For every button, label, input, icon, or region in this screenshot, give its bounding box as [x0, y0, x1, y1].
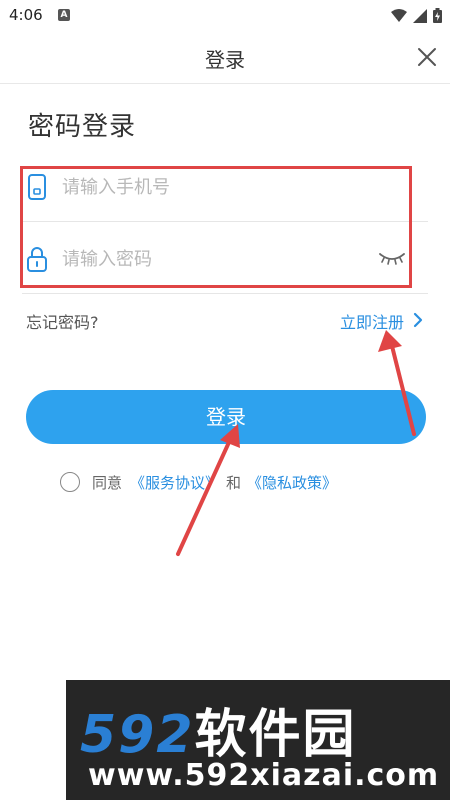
phone-icon — [28, 174, 46, 200]
watermark: 592软件园 www.592xiazai.com — [66, 680, 450, 800]
password-input[interactable] — [62, 242, 372, 276]
close-icon[interactable] — [414, 44, 440, 70]
eye-closed-icon[interactable] — [378, 250, 406, 266]
form-heading: 密码登录 — [28, 112, 137, 142]
wifi-icon — [391, 8, 407, 22]
agreement-row: 同意 《服务协议》 和 《隐私政策》 — [60, 470, 337, 494]
nav-bar: 登录 — [0, 32, 450, 84]
lock-icon — [27, 247, 47, 272]
phone-input[interactable] — [62, 170, 372, 204]
agreement-prefix: 同意 — [92, 473, 123, 492]
battery-icon — [433, 8, 442, 23]
phone-field-row — [22, 152, 428, 222]
watermark-name: 软件园 — [194, 705, 357, 765]
agreement-radio[interactable] — [60, 472, 80, 492]
watermark-logo: 592软件园 — [80, 692, 357, 767]
status-bar: 4:06 A — [0, 0, 450, 32]
register-link[interactable]: 立即注册 — [340, 309, 404, 333]
login-button[interactable]: 登录 — [26, 390, 426, 444]
password-field-row — [22, 224, 428, 294]
status-indicators — [391, 8, 442, 23]
status-time: 4:06 — [9, 6, 43, 24]
notification-icon: A — [58, 9, 70, 21]
privacy-policy-link[interactable]: 《隐私政策》 — [247, 472, 337, 493]
forgot-password-link[interactable]: 忘记密码? — [26, 309, 99, 333]
page-title: 登录 — [205, 48, 245, 72]
signal-icon — [413, 8, 427, 23]
chevron-right-icon[interactable] — [412, 312, 424, 328]
watermark-number: 592 — [80, 705, 195, 765]
watermark-url: www.592xiazai.com — [88, 758, 440, 793]
service-agreement-link[interactable]: 《服务协议》 — [130, 472, 220, 493]
agreement-and: 和 — [226, 473, 242, 492]
